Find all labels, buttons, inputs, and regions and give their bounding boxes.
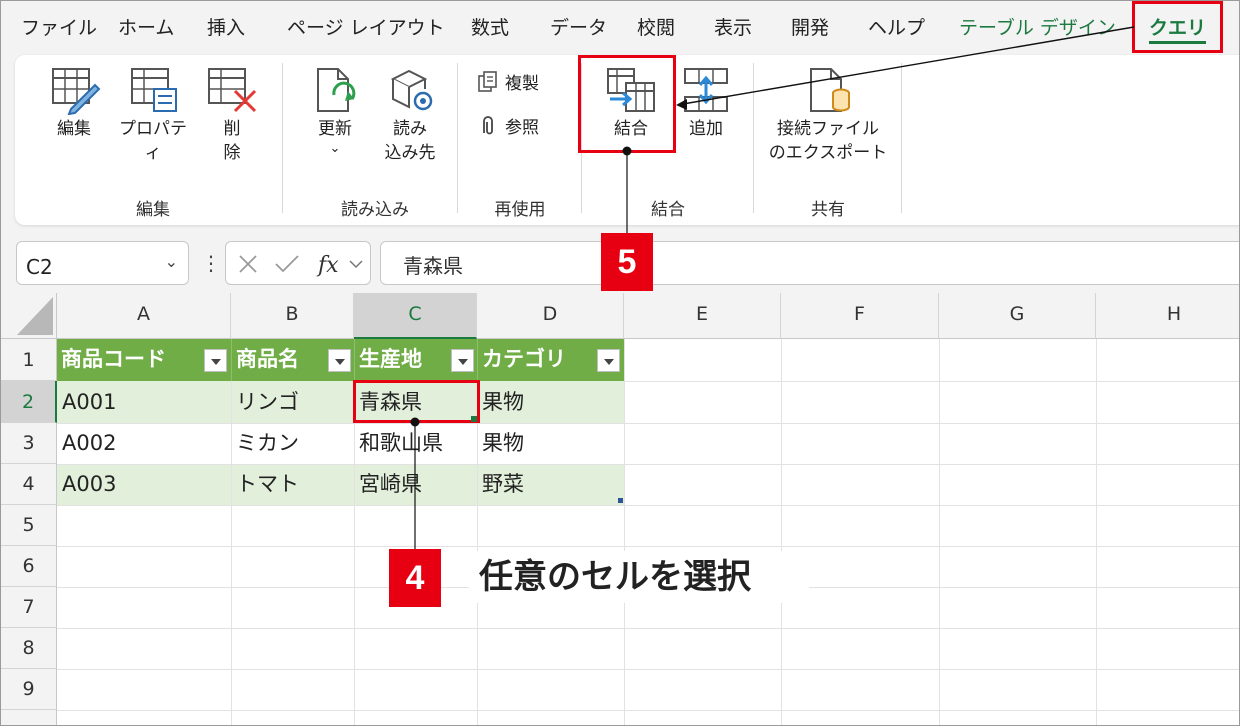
excel-window: ファイル ホーム 挿入 ページ レイアウト 数式 データ 校閲 表示 開発 ヘル… (0, 0, 1240, 726)
step-4-badge: 4 (389, 549, 441, 607)
step-5-badge: 5 (601, 233, 653, 291)
step-4-caption: 任意のセルを選択 (469, 551, 809, 603)
annotation-connectors (410, 26, 1135, 549)
